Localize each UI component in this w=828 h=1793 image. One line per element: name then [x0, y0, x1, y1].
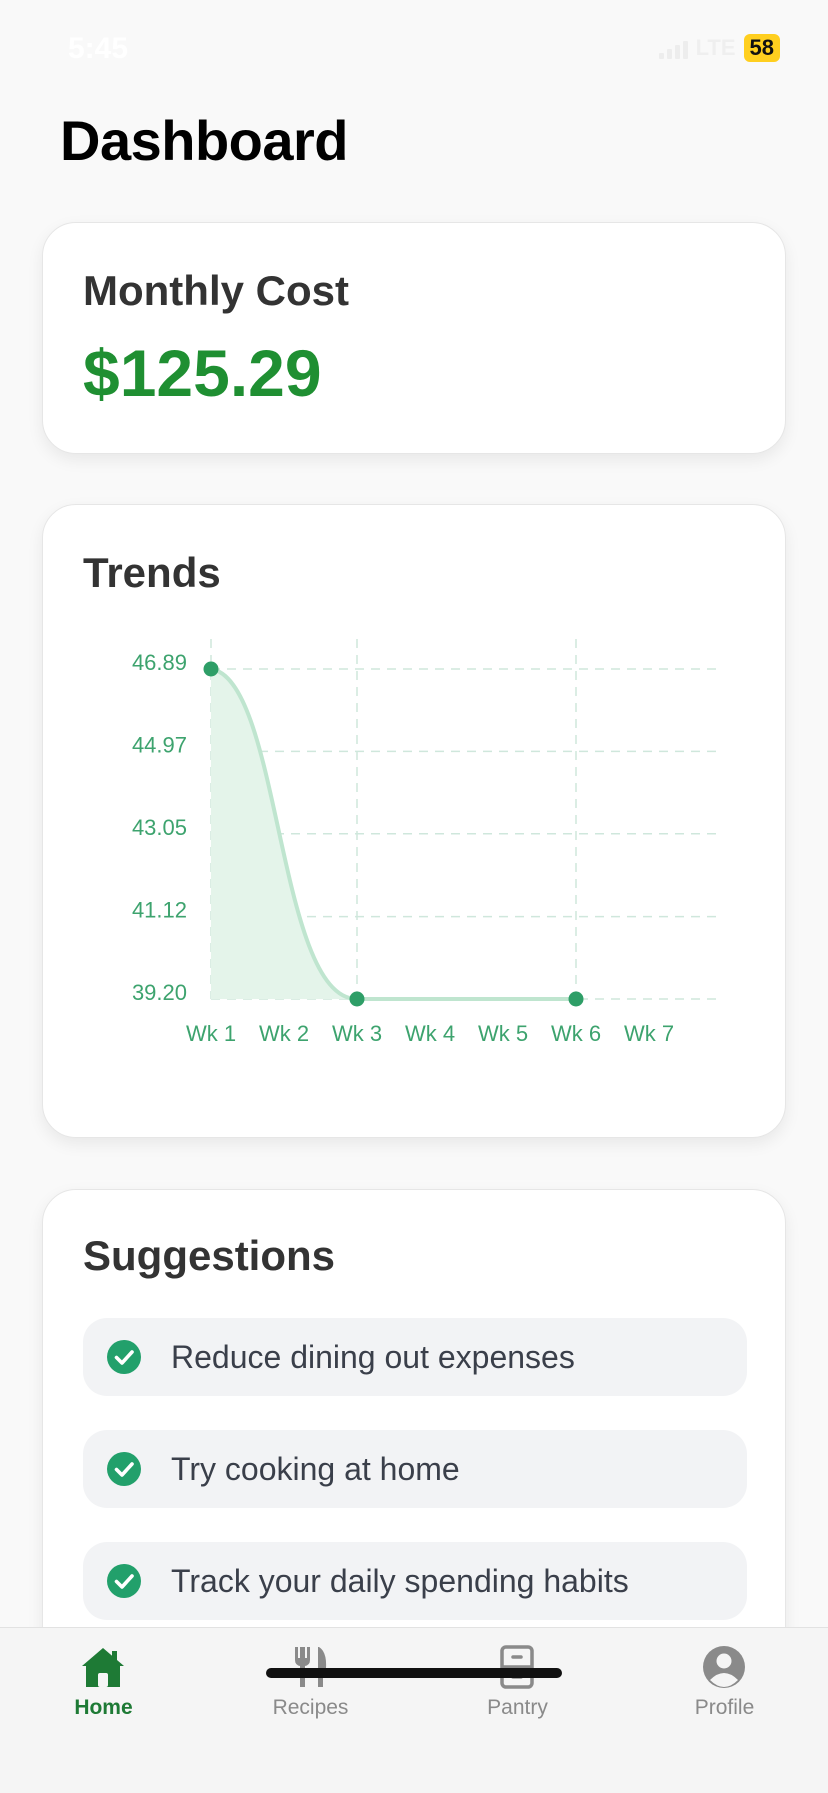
tab-recipes[interactable]: Recipes: [207, 1628, 414, 1738]
x-tick-label: Wk 6: [551, 1021, 601, 1046]
data-point: [349, 991, 365, 1007]
trends-card: Trends 46.89 44.97 43.05 41.12 39.20 Wk 1 Wk 2…: [42, 504, 786, 1138]
x-tick-label: Wk 7: [624, 1021, 674, 1046]
tab-label: Profile: [694, 1696, 755, 1719]
user-circle-icon: [703, 1646, 745, 1688]
battery-icon: 58: [743, 34, 780, 62]
y-tick-label: 39.20: [132, 980, 187, 1005]
monthly-cost-title: Monthly Cost: [83, 267, 349, 314]
check-circle-icon: [107, 1564, 141, 1598]
tab-pantry[interactable]: Pantry: [414, 1628, 621, 1738]
x-tick-label: Wk 5: [478, 1021, 528, 1046]
suggestions-list: Reduce dining out expenses Try cooking a…: [83, 1318, 747, 1654]
tab-profile[interactable]: Profile: [621, 1628, 828, 1738]
y-tick-label: 43.05: [132, 815, 187, 840]
suggestion-item[interactable]: Track your daily spending habits: [83, 1542, 747, 1620]
monthly-cost-card: Monthly Cost $125.29: [42, 222, 786, 454]
trend-chart: 46.89 44.97 43.05 41.12 39.20 Wk 1 Wk 2 Wk 3 Wk …: [132, 639, 723, 1046]
suggestion-item[interactable]: Reduce dining out expenses: [83, 1318, 747, 1396]
home-icon: [82, 1648, 124, 1687]
signal-icon: [658, 37, 688, 59]
status-time: 5:45: [68, 32, 129, 65]
tab-label: Pantry: [487, 1696, 548, 1719]
status-bar: 5:45 LTE 58: [0, 0, 828, 100]
fork-knife-icon: [295, 1647, 327, 1687]
y-tick-label: 41.12: [132, 898, 187, 923]
home-indicator: [266, 1668, 562, 1678]
tab-label: Recipes: [272, 1696, 349, 1719]
tab-label: Home: [74, 1696, 133, 1719]
cabinet-icon: [500, 1645, 534, 1689]
suggestions-title: Suggestions: [83, 1232, 336, 1279]
x-tick-label: Wk 1: [186, 1021, 236, 1046]
status-indicators: LTE 58: [658, 34, 780, 62]
x-tick-label: Wk 2: [259, 1021, 309, 1046]
page-title: Dashboard: [60, 109, 349, 172]
network-type: LTE: [695, 35, 736, 60]
tab-home[interactable]: Home: [0, 1628, 207, 1738]
data-point: [568, 991, 584, 1007]
tab-bar: Home Recipes Pantry Profile: [0, 1627, 828, 1793]
suggestion-label: Track your daily spending habits: [171, 1562, 629, 1599]
y-tick-label: 44.97: [132, 732, 187, 757]
suggestion-item[interactable]: Try cooking at home: [83, 1430, 747, 1508]
data-point: [203, 661, 219, 677]
y-tick-label: 46.89: [132, 650, 187, 675]
check-circle-icon: [107, 1340, 141, 1374]
x-tick-label: Wk 4: [405, 1021, 455, 1046]
x-tick-label: Wk 3: [332, 1021, 382, 1046]
suggestion-label: Try cooking at home: [171, 1450, 460, 1487]
suggestion-label: Reduce dining out expenses: [171, 1338, 575, 1375]
check-circle-icon: [107, 1452, 141, 1486]
monthly-cost-value: $125.29: [83, 336, 322, 410]
